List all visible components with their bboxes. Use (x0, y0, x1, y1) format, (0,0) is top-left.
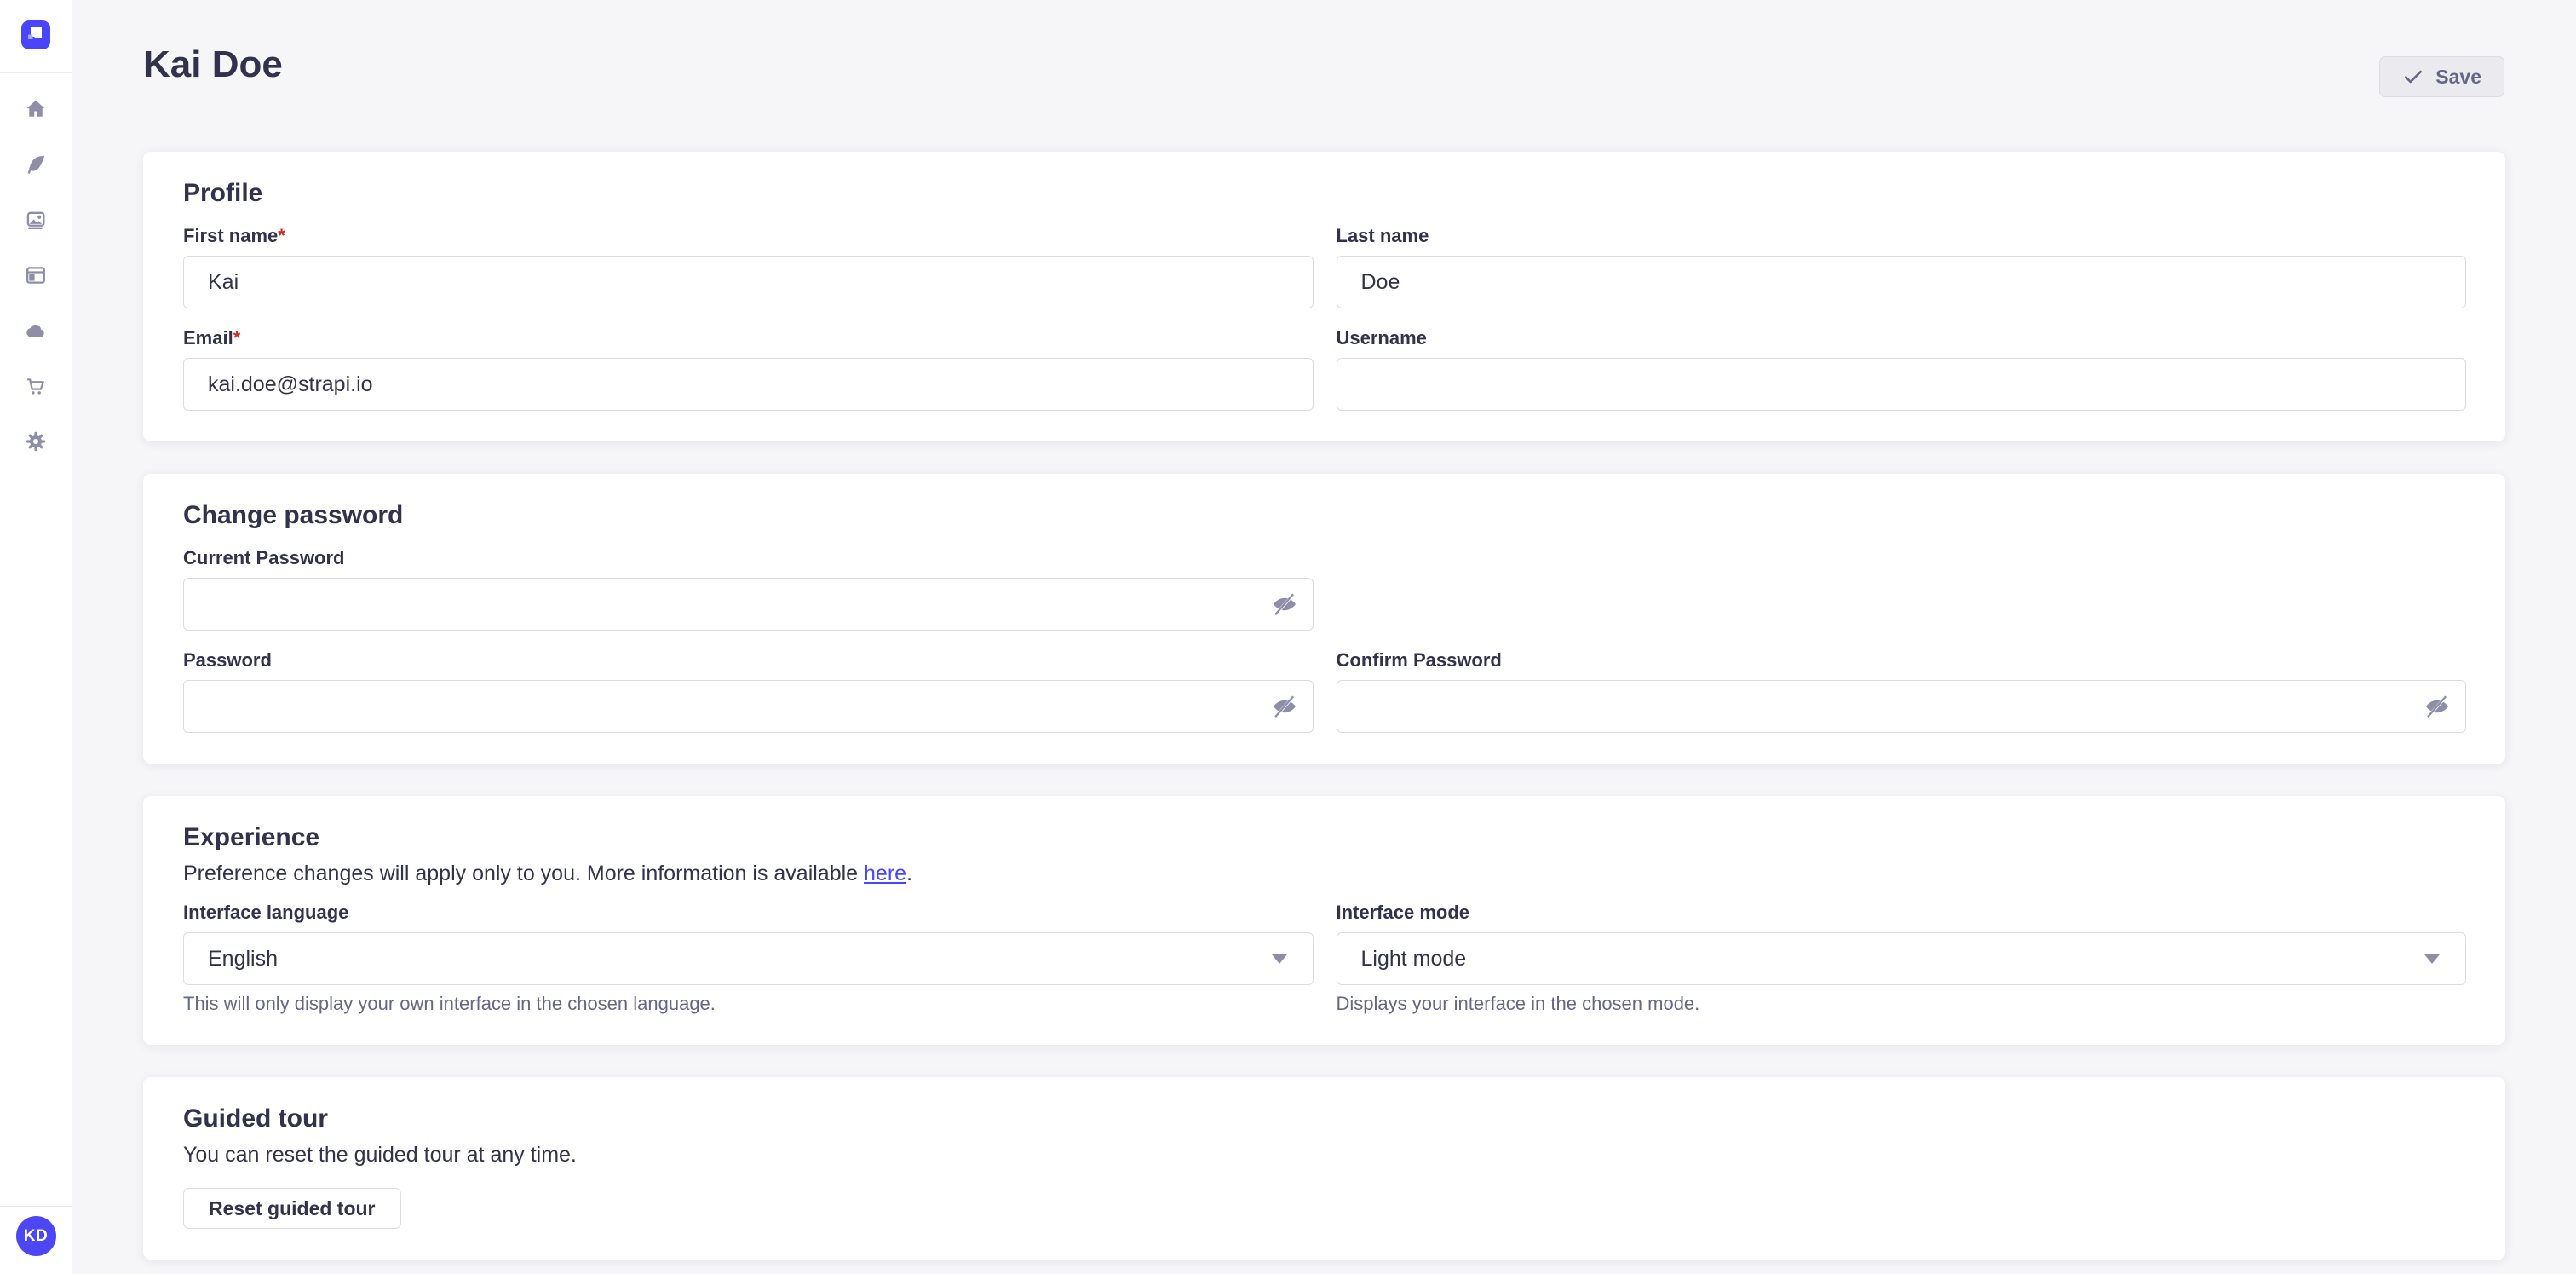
guided-tour-section-title: Guided tour (183, 1104, 2466, 1133)
sidebar: KD (0, 0, 72, 1274)
interface-mode-label: Interface mode (1337, 902, 2467, 924)
user-avatar[interactable]: KD (16, 1216, 56, 1256)
chevron-down-icon (1272, 954, 1287, 964)
current-password-input[interactable] (183, 578, 1314, 631)
eye-slash-icon (2424, 693, 2451, 720)
current-password-field: Current Password (183, 547, 1314, 631)
required-asterisk: * (278, 225, 285, 246)
experience-section-title: Experience (183, 823, 2466, 852)
guided-tour-card: Guided tour You can reset the guided tou… (143, 1077, 2505, 1260)
last-name-input[interactable] (1337, 256, 2467, 308)
toggle-confirm-password-visibility-button[interactable] (2420, 689, 2454, 723)
confirm-password-input[interactable] (1337, 680, 2467, 733)
sidebar-divider-top (0, 72, 72, 73)
first-name-field: First name* (183, 225, 1314, 308)
cloud-icon (24, 319, 48, 343)
last-name-field: Last name (1337, 225, 2467, 308)
save-button[interactable]: Save (2379, 56, 2504, 97)
email-label: Email* (183, 327, 1314, 349)
interface-language-value: English (208, 947, 278, 971)
sidebar-item-home[interactable] (24, 97, 48, 121)
sidebar-nav (24, 97, 48, 453)
username-field: Username (1337, 327, 2467, 411)
gear-icon (24, 429, 48, 453)
email-field: Email* (183, 327, 1314, 411)
strapi-logo[interactable] (21, 20, 50, 49)
sidebar-item-deploy[interactable] (24, 319, 48, 343)
cart-icon (24, 374, 48, 398)
password-input[interactable] (183, 680, 1314, 733)
interface-mode-select[interactable]: Light mode (1337, 932, 2467, 985)
last-name-label: Last name (1337, 225, 2467, 247)
experience-grid: Interface language English This will onl… (183, 902, 2466, 1014)
profile-card: Profile First name* Last name Email* Use… (143, 152, 2505, 441)
chevron-down-icon (2424, 954, 2440, 964)
sidebar-item-media-library[interactable] (24, 208, 48, 232)
profile-section-title: Profile (183, 179, 2466, 208)
experience-card: Experience Preference changes will apply… (143, 796, 2505, 1045)
sidebar-item-content-manager[interactable] (24, 263, 48, 287)
current-password-label: Current Password (183, 547, 1314, 569)
password-field: Password (183, 649, 1314, 733)
username-label: Username (1337, 327, 2467, 349)
home-icon (24, 97, 48, 121)
sidebar-item-marketplace[interactable] (24, 374, 48, 398)
more-information-link[interactable]: here (864, 862, 906, 885)
media-library-icon (24, 208, 48, 232)
experience-description: Preference changes will apply only to yo… (183, 861, 2466, 886)
interface-language-field: Interface language English This will onl… (183, 902, 1314, 1014)
content: Profile First name* Last name Email* Use… (143, 152, 2505, 1260)
confirm-password-field: Confirm Password (1337, 649, 2467, 733)
layout-icon (24, 263, 48, 287)
reset-guided-tour-button[interactable]: Reset guided tour (183, 1188, 401, 1229)
toggle-current-password-visibility-button[interactable] (1268, 587, 1302, 621)
check-icon (2402, 66, 2424, 88)
change-password-card: Change password Current Password (143, 474, 2505, 764)
strapi-logo-icon (21, 20, 50, 49)
username-input[interactable] (1337, 358, 2467, 411)
sidebar-item-settings[interactable] (24, 429, 48, 453)
first-name-label: First name* (183, 225, 1314, 247)
guided-tour-description: You can reset the guided tour at any tim… (183, 1142, 2466, 1167)
interface-language-hint: This will only display your own interfac… (183, 994, 1314, 1014)
sidebar-divider-bottom (0, 1206, 72, 1207)
confirm-password-label: Confirm Password (1337, 649, 2467, 672)
email-input[interactable] (183, 358, 1314, 411)
change-password-grid: Current Password Pass (183, 547, 2466, 733)
save-button-label: Save (2435, 66, 2481, 89)
interface-language-label: Interface language (183, 902, 1314, 924)
required-asterisk: * (233, 327, 241, 349)
interface-language-select[interactable]: English (183, 932, 1314, 985)
change-password-section-title: Change password (183, 501, 2466, 530)
eye-slash-icon (1271, 591, 1298, 618)
interface-mode-value: Light mode (1361, 947, 1467, 971)
page-title: Kai Doe (143, 44, 283, 85)
interface-mode-hint: Displays your interface in the chosen mo… (1337, 994, 2467, 1014)
interface-mode-field: Interface mode Light mode Displays your … (1337, 902, 2467, 1014)
main-area: Kai Doe Save Profile First name* Last na… (72, 0, 2576, 1274)
sidebar-item-content-type-builder[interactable] (24, 153, 48, 176)
feather-icon (24, 153, 48, 176)
eye-slash-icon (1271, 693, 1298, 720)
sidebar-bottom: KD (0, 1206, 72, 1274)
first-name-input[interactable] (183, 256, 1314, 308)
password-label: Password (183, 649, 1314, 672)
profile-field-grid: First name* Last name Email* Username (183, 225, 2466, 411)
toggle-password-visibility-button[interactable] (1268, 689, 1302, 723)
